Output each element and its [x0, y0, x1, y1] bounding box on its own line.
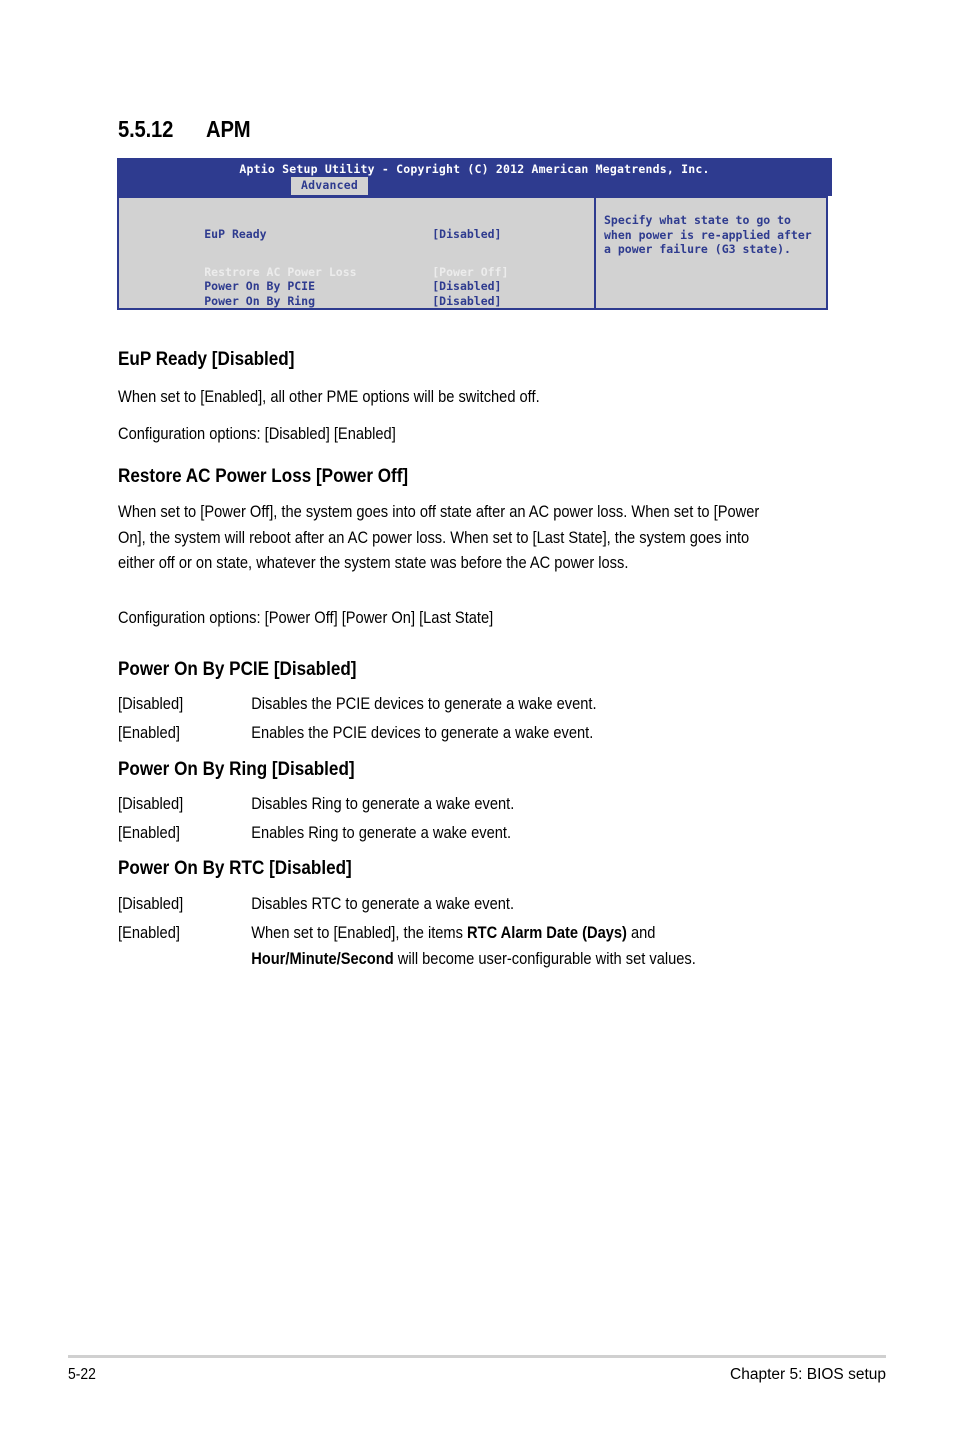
page-title: 5.5.12 APM: [118, 116, 251, 143]
section-title: APM: [206, 116, 251, 142]
paragraph-restore-description: When set to [Power Off], the system goes…: [118, 503, 760, 572]
list-item: [Enabled] Enables Ring to generate a wake…: [118, 821, 820, 847]
heading-power-on-by-pcie: Power On By PCIE [Disabled]: [118, 659, 357, 680]
bios-tab-advanced[interactable]: Advanced: [291, 177, 368, 195]
heading-power-on-by-ring: Power On By Ring [Disabled]: [118, 759, 355, 780]
rtc-def-text-2: and: [626, 924, 656, 942]
definition-pcie-enabled: Enables the PCIE devices to generate a w…: [251, 724, 594, 742]
rtc-def-bold-1: RTC Alarm Date (Days): [467, 924, 627, 942]
term-ring-enabled: [Enabled]: [118, 824, 180, 842]
list-item: [Disabled] Disables Ring to generate a wa…: [118, 792, 820, 818]
paragraph-restore-options: Configuration options: [Power Off] [Powe…: [118, 609, 494, 627]
bios-settings-list: EuP Ready [Disabled] Restrore AC Power Lo…: [119, 198, 596, 308]
list-item: [Enabled] When set to [Enabled], the item…: [118, 921, 820, 972]
bios-panel: EuP Ready [Disabled] Restrore AC Power Lo…: [117, 196, 828, 310]
definition-ring-enabled: Enables Ring to generate a wake event.: [251, 824, 512, 842]
paragraph-eup-description: When set to [Enabled], all other PME opt…: [118, 388, 540, 406]
bios-titlebar: Aptio Setup Utility - Copyright (C) 2012…: [117, 158, 832, 196]
term-pcie-enabled: [Enabled]: [118, 724, 180, 742]
section-number: 5.5.12: [118, 116, 174, 142]
term-rtc-disabled: [Disabled]: [118, 895, 184, 913]
list-item: [Disabled] Disables the PCIE devices to g…: [118, 692, 820, 718]
definition-rtc-enabled: When set to [Enabled], the items RTC Ala…: [251, 921, 791, 972]
bios-value-eup-ready: [Disabled]: [432, 226, 502, 241]
footer-divider: [68, 1355, 886, 1358]
heading-power-on-by-rtc: Power On By RTC [Disabled]: [118, 858, 352, 879]
bios-title-text: Aptio Setup Utility - Copyright (C) 2012…: [239, 162, 710, 176]
bios-label-eup-ready: EuP Ready: [204, 226, 267, 241]
term-ring-disabled: [Disabled]: [118, 795, 184, 813]
document-page: 5.5.12 APM Aptio Setup Utility - Copyrigh…: [0, 0, 954, 1438]
term-pcie-disabled: [Disabled]: [118, 695, 184, 713]
rtc-def-text-1: When set to [Enabled], the items: [251, 924, 468, 942]
footer-chapter-label: Chapter 5: BIOS setup: [730, 1366, 886, 1383]
paragraph-eup-options: Configuration options: [Disabled] [Enabl…: [118, 425, 396, 443]
bios-label-power-on-by-rtc: Power On By RTC: [204, 308, 432, 310]
rtc-def-bold-2: Hour/Minute/Second: [251, 949, 394, 968]
heading-restore-ac-power-loss: Restore AC Power Loss [Power Off]: [118, 466, 409, 487]
rtc-def-text-3: will become user-configurable with set v…: [393, 949, 696, 968]
definition-ring-disabled: Disables Ring to generate a wake event.: [251, 795, 515, 813]
list-item: [Disabled] Disables RTC to generate a wak…: [118, 892, 820, 918]
definition-rtc-disabled: Disables RTC to generate a wake event.: [251, 895, 515, 913]
heading-eup-ready: EuP Ready [Disabled]: [118, 349, 295, 370]
definition-pcie-disabled: Disables the PCIE devices to generate a …: [251, 695, 597, 713]
term-rtc-enabled: [Enabled]: [118, 924, 180, 942]
bios-help-text: Specify what state to go to when power i…: [604, 213, 812, 257]
list-item: [Enabled] Enables the PCIE devices to gen…: [118, 721, 820, 747]
bios-value-power-on-by-rtc: [Disabled]: [432, 308, 501, 310]
bios-screenshot-figure: Aptio Setup Utility - Copyright (C) 2012…: [117, 158, 832, 310]
bios-help-panel: Specify what state to go to when power i…: [598, 198, 826, 308]
footer-page-number: 5-22: [68, 1366, 96, 1383]
bios-row-power-on-by-rtc[interactable]: Power On By RTC[Disabled]: [135, 294, 502, 310]
